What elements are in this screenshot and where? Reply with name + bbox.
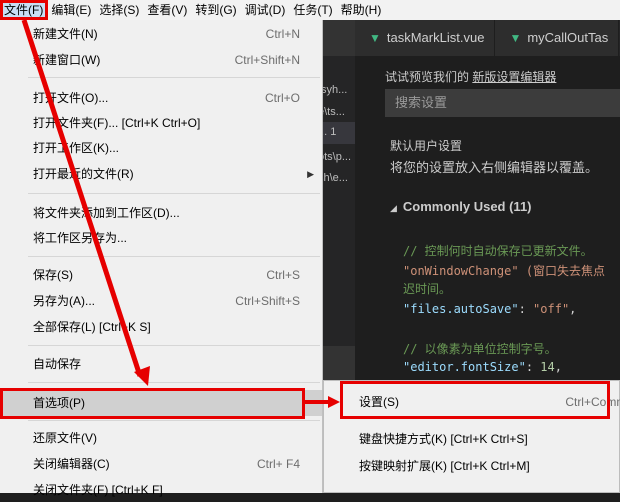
tab-label: myCallOutTas: [527, 30, 609, 45]
settings-search-input[interactable]: 搜索设置: [385, 89, 620, 117]
editor-tabs: ▼ taskMarkList.vue ▼ myCallOutTas: [355, 20, 620, 56]
menu-item-label: 还原文件(V): [33, 431, 97, 445]
code-comment: 迟时间。: [403, 282, 452, 296]
menu-item-shortcut: Ctrl+N: [265, 27, 300, 41]
menu-bar: 文件(F) 编辑(E) 选择(S) 查看(V) 转到(G) 调试(D) 任务(T…: [0, 0, 620, 21]
menu-item-label: 全部保存(L) [Ctrl+K S]: [33, 320, 151, 334]
tab-label: taskMarkList.vue: [386, 30, 485, 45]
menu-item-add-folder-to-workspace[interactable]: 将文件夹添加到工作区(D)...: [0, 201, 322, 225]
menu-separator: [28, 382, 320, 383]
menu-item-revert-file[interactable]: 还原文件(V): [0, 426, 322, 450]
code-line: "files.autoSave": "off",: [403, 302, 577, 316]
menu-separator: [28, 420, 320, 421]
menu-separator: [28, 193, 320, 194]
code-comment: // 以像素为单位控制字号。: [403, 342, 557, 356]
preview-notice: 试试预览我们的 新版设置编辑器: [385, 68, 556, 85]
default-settings-desc: 将您的设置放入右侧编辑器以覆盖。: [390, 160, 599, 175]
code-comment: // 控制何时自动保存已更新文件。: [403, 244, 593, 258]
code-value: "off": [533, 302, 570, 316]
menu-tasks[interactable]: 任务(T): [289, 0, 336, 20]
menu-item-label: 自动保存: [33, 357, 82, 371]
menu-item-open-file[interactable]: 打开文件(O)... Ctrl+O: [0, 86, 322, 110]
menu-separator: [28, 77, 320, 78]
code-key: "files.autoSave": [403, 302, 519, 316]
menu-item-open-recent[interactable]: 打开最近的文件(R) ▶: [0, 162, 322, 186]
tab-mycallout[interactable]: ▼ myCallOutTas: [495, 20, 620, 56]
menu-item-label: 打开工作区(K)...: [33, 141, 119, 155]
menu-item-new-file[interactable]: 新建文件(N) Ctrl+N: [0, 22, 322, 46]
submenu-item-settings[interactable]: 设置(S) Ctrl+Comma: [324, 390, 620, 414]
section-header-label: Commonly Used (11): [402, 199, 532, 214]
chevron-right-icon: ▶: [307, 169, 314, 179]
menu-item-shortcut: Ctrl+S: [266, 268, 300, 282]
menu-item-label: 打开文件(O)...: [33, 91, 109, 105]
vue-icon: ▼: [509, 31, 522, 45]
menu-item-shortcut: Ctrl+ F4: [256, 457, 300, 471]
tab-taskmarklist[interactable]: ▼ taskMarkList.vue: [355, 20, 496, 56]
menu-item-label: 打开文件夹(F)... [Ctrl+K Ctrl+O]: [33, 116, 201, 130]
menu-separator: [28, 256, 320, 257]
menu-selection[interactable]: 选择(S): [95, 0, 143, 20]
menu-item-save-workspace-as[interactable]: 将工作区另存为...: [0, 226, 322, 250]
menu-item-label: 首选项(P): [33, 396, 85, 410]
menu-item-open-workspace[interactable]: 打开工作区(K)...: [0, 136, 322, 160]
code-value: 14: [540, 360, 555, 374]
menu-item-close-editor[interactable]: 关闭编辑器(C) Ctrl+ F4: [0, 452, 322, 476]
menu-item-new-window[interactable]: 新建窗口(W) Ctrl+Shift+N: [0, 48, 322, 72]
menu-item-auto-save[interactable]: 自动保存: [0, 352, 322, 376]
menu-item-label: 键盘快捷方式(K) [Ctrl+K Ctrl+S]: [359, 432, 528, 446]
submenu-item-keyboard-shortcuts[interactable]: 键盘快捷方式(K) [Ctrl+K Ctrl+S]: [324, 427, 620, 451]
vue-icon: ▼: [369, 31, 381, 45]
menu-item-label: 关闭编辑器(C): [33, 457, 110, 471]
menu-item-preferences[interactable]: 首选项(P): [0, 390, 322, 416]
menu-item-shortcut: Ctrl+Shift+S: [235, 294, 300, 308]
menu-item-shortcut: Ctrl+O: [264, 91, 300, 105]
menu-item-save-all[interactable]: 全部保存(L) [Ctrl+K S]: [0, 315, 322, 339]
menu-item-label: 打开最近的文件(R): [33, 167, 134, 181]
menu-item-shortcut: Ctrl+Shift+N: [234, 53, 300, 67]
menu-item-open-folder[interactable]: 打开文件夹(F)... [Ctrl+K Ctrl+O]: [0, 111, 322, 135]
menu-item-label: 保存(S): [33, 268, 73, 282]
preferences-submenu: 设置(S) Ctrl+Comma 键盘快捷方式(K) [Ctrl+K Ctrl+S…: [323, 380, 620, 493]
code-comment: "onWindowChange" (窗口失去焦点: [403, 264, 606, 278]
new-settings-editor-link[interactable]: 新版设置编辑器: [472, 70, 556, 84]
menu-item-save-as[interactable]: 另存为(A)... Ctrl+Shift+S: [0, 289, 322, 313]
menu-file[interactable]: 文件(F): [0, 0, 48, 20]
menu-item-label: 设置(S): [359, 395, 399, 409]
menu-help[interactable]: 帮助(H): [337, 0, 386, 20]
submenu-item-keymap-extensions[interactable]: 按键映射扩展(K) [Ctrl+K Ctrl+M]: [324, 454, 620, 478]
menu-item-close-folder[interactable]: 关闭文件夹(F) [Ctrl+K F]: [0, 478, 322, 502]
menu-debug[interactable]: 调试(D): [241, 0, 290, 20]
file-menu-dropdown: 新建文件(N) Ctrl+N 新建窗口(W) Ctrl+Shift+N 打开文件(O…: [0, 20, 323, 497]
section-header[interactable]: ◢ Commonly Used (11): [390, 199, 532, 214]
menu-view[interactable]: 查看(V): [143, 0, 191, 20]
menu-item-label: 另存为(A)...: [33, 294, 95, 308]
menu-go[interactable]: 转到(G): [191, 0, 240, 20]
menu-item-label: 新建窗口(W): [33, 53, 101, 67]
menu-edit[interactable]: 编辑(E): [47, 0, 95, 20]
menu-item-save[interactable]: 保存(S) Ctrl+S: [0, 263, 322, 287]
default-settings-title: 默认用户设置: [390, 139, 463, 153]
menu-item-label: 新建文件(N): [33, 27, 98, 41]
code-line: "editor.fontSize": 14,: [403, 360, 562, 374]
menu-item-shortcut: Ctrl+Comma: [565, 395, 620, 409]
code-key: "editor.fontSize": [403, 360, 526, 374]
menu-separator: [28, 345, 320, 346]
menu-item-label: 关闭文件夹(F) [Ctrl+K F]: [33, 483, 163, 497]
menu-item-label: 将工作区另存为...: [33, 231, 128, 245]
collapse-icon: ◢: [390, 203, 397, 213]
menu-item-label: 将文件夹添加到工作区(D)...: [33, 206, 180, 220]
preview-prefix: 试试预览我们的: [385, 70, 470, 84]
menu-item-label: 按键映射扩展(K) [Ctrl+K Ctrl+M]: [359, 459, 530, 473]
